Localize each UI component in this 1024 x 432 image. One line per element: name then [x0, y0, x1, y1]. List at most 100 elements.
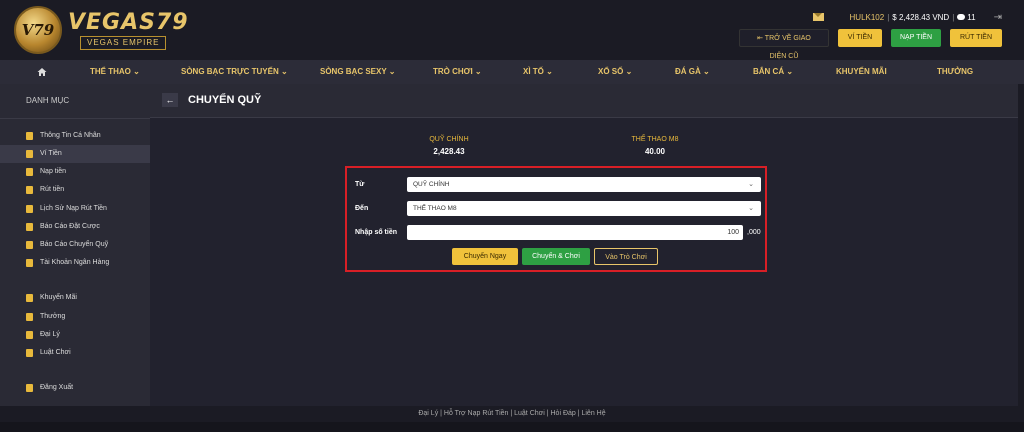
nav-poker[interactable]: XÌ TỐ ⌄ [523, 60, 553, 84]
nav-sexy-casino[interactable]: SÒNG BẠC SEXY ⌄ [320, 60, 395, 84]
sidebar-item-transfer-report[interactable]: Báo Cáo Chuyển Quỹ [0, 236, 150, 254]
nav-games[interactable]: TRÒ CHƠI ⌄ [433, 60, 482, 84]
brand-tagline: VEGAS EMPIRE [80, 36, 167, 50]
sidebar-item-label: Báo Cáo Chuyển Quỹ [40, 241, 109, 248]
page-title: CHUYỂN QUỸ [188, 94, 262, 106]
nav-rewards[interactable]: THƯỞNG [937, 60, 973, 84]
old-ui-button[interactable]: ⇤ TRỞ VỀ GIAO DIỆN CŨ [739, 29, 829, 60]
balance-label: QUỸ CHÍNH [429, 136, 469, 143]
rules-icon [26, 349, 33, 357]
sidebar-heading: DANH MỤC [26, 96, 70, 105]
sidebar-item-label: Thưởng [40, 313, 66, 320]
gift-icon [26, 313, 33, 321]
balance-label: THỂ THAO M8 [631, 136, 679, 143]
amount-input[interactable]: 100 [407, 225, 743, 240]
brand-name: VEGAS79 [68, 10, 189, 35]
balance-value: 2,428.43 [433, 147, 465, 156]
sidebar-item-label: Ví Tiền [40, 150, 62, 157]
nav-sports[interactable]: THỂ THAO ⌄ [90, 60, 140, 84]
header-actions: ⇤ TRỞ VỀ GIAO DIỆN CŨ VÍ TIỀN NẠP TIỀN R… [739, 29, 1002, 60]
logout-icon[interactable]: ⇥ [994, 12, 1002, 23]
sidebar-item-bank-account[interactable]: Tài Khoản Ngân Hàng [0, 254, 150, 272]
transfer-form: Từ QUỸ CHÍNH ⌄ Đến THỂ THAO M8 ⌄ Nhập số… [345, 166, 767, 272]
user-balance: $ 2,428.43 VND [892, 12, 950, 22]
sidebar-item-label: Luật Chơi [40, 349, 71, 356]
sidebar-item-bet-report[interactable]: Báo Cáo Đặt Cược [0, 218, 150, 236]
enter-game-button[interactable]: Vào Trò Chơi [594, 248, 658, 265]
nav-cockfight[interactable]: ĐÁ GÀ ⌄ [675, 60, 710, 84]
logo-emblem: V79 [14, 6, 62, 54]
sidebar-item-agent[interactable]: Đại Lý [0, 326, 150, 344]
transfer-icon [26, 241, 33, 249]
back-button[interactable]: ← [162, 93, 178, 107]
wallet-icon [26, 150, 33, 158]
sidebar-item-label: Đăng Xuất [40, 384, 74, 391]
logo[interactable]: V79 VEGAS79 VEGAS EMPIRE [14, 6, 188, 54]
agent-icon [26, 331, 33, 339]
logo-emblem-text: V79 [21, 21, 55, 39]
chat-icon[interactable] [957, 14, 966, 20]
deposit-button[interactable]: NẠP TIỀN [891, 29, 941, 47]
sidebar-item-label: Báo Cáo Đặt Cược [40, 223, 100, 230]
footer-bar [0, 422, 1024, 432]
sidebar-item-logout[interactable]: Đăng Xuất [0, 379, 150, 397]
from-select-value: QUỸ CHÍNH [413, 181, 450, 188]
bank-icon [26, 259, 33, 267]
to-select[interactable]: THỂ THAO M8 ⌄ [407, 201, 761, 216]
amount-label: Nhập số tiền [355, 229, 398, 236]
nav-promotions[interactable]: KHUYẾN MÃI [836, 60, 887, 84]
promotion-icon [26, 294, 33, 302]
mail-icon[interactable] [812, 13, 824, 21]
message-count[interactable]: 11 [967, 13, 975, 22]
main-content: ← CHUYỂN QUỸ QUỸ CHÍNH 2,428.43 THỂ THAO… [150, 84, 1018, 406]
logout-icon [26, 384, 33, 392]
sidebar-item-deposit[interactable]: Nạp tiền [0, 163, 150, 181]
username[interactable]: HULK102 [850, 13, 885, 22]
transfer-and-play-button[interactable]: Chuyển & Chơi [522, 248, 590, 265]
footer: Đại Lý | Hỗ Trợ Nạp Rút Tiền | Luật Chơi… [0, 406, 1024, 432]
from-select[interactable]: QUỸ CHÍNH ⌄ [407, 177, 761, 192]
sidebar-item-rewards[interactable]: Thưởng [0, 308, 150, 326]
separator: | [952, 12, 955, 22]
withdraw-button[interactable]: RÚT TIỀN [950, 29, 1002, 47]
nav-live-casino[interactable]: SÒNG BẠC TRỰC TUYẾN ⌄ [181, 60, 288, 84]
to-select-value: THỂ THAO M8 [413, 205, 457, 212]
sidebar-item-rules[interactable]: Luật Chơi [0, 344, 150, 362]
sidebar-item-label: Lịch Sử Nạp Rút Tiền [40, 205, 107, 212]
from-label: Từ [355, 181, 365, 188]
main-nav: THỂ THAO ⌄ SÒNG BẠC TRỰC TUYẾN ⌄ SÒNG BẠ… [0, 60, 1024, 84]
nav-lottery[interactable]: XỔ SỐ ⌄ [598, 60, 632, 84]
deposit-icon [26, 168, 33, 176]
chevron-down-icon: ⌄ [748, 181, 754, 188]
transfer-now-button[interactable]: Chuyển Ngay [452, 248, 518, 265]
to-label: Đến [355, 205, 369, 212]
header: V79 VEGAS79 VEGAS EMPIRE HULK102 | $ 2,4… [0, 0, 1024, 60]
sidebar-item-promotions[interactable]: Khuyến Mãi [0, 289, 150, 307]
document-icon [26, 205, 33, 213]
user-bar: HULK102 | $ 2,428.43 VND | 11 ⇥ [812, 10, 1002, 24]
separator: | [887, 12, 890, 22]
footer-links[interactable]: Đại Lý | Hỗ Trợ Nạp Rút Tiền | Luật Chơi… [0, 406, 1024, 422]
sidebar-item-label: Đại Lý [40, 331, 60, 338]
page-header: ← CHUYỂN QUỸ [150, 84, 1018, 118]
document-icon [26, 223, 33, 231]
sidebar-item-label: Nạp tiền [40, 168, 67, 175]
sidebar: DANH MỤC Thông Tin Cá Nhân Ví Tiền Nạp t… [0, 84, 150, 406]
nav-fishing[interactable]: BẮN CÁ ⌄ [753, 60, 793, 84]
scrollbar[interactable] [1018, 84, 1024, 406]
sidebar-item-withdraw[interactable]: Rút tiền [0, 181, 150, 199]
user-icon [26, 132, 33, 140]
sidebar-item-label: Khuyến Mãi [40, 294, 77, 301]
divider [0, 118, 150, 119]
sidebar-item-transaction-history[interactable]: Lịch Sử Nạp Rút Tiền [0, 200, 150, 218]
home-icon[interactable] [37, 67, 47, 77]
sidebar-item-wallet[interactable]: Ví Tiền [0, 145, 150, 163]
wallet-button[interactable]: VÍ TIỀN [838, 29, 882, 47]
amount-suffix: ,000 [747, 229, 761, 236]
sidebar-item-profile[interactable]: Thông Tin Cá Nhân [0, 127, 150, 145]
balance-main: QUỸ CHÍNH 2,428.43 [404, 136, 494, 156]
balance-sports-m8: THỂ THAO M8 40.00 [610, 136, 700, 156]
sidebar-item-label: Thông Tin Cá Nhân [40, 132, 101, 139]
chevron-down-icon: ⌄ [748, 205, 754, 212]
balance-value: 40.00 [644, 147, 666, 156]
